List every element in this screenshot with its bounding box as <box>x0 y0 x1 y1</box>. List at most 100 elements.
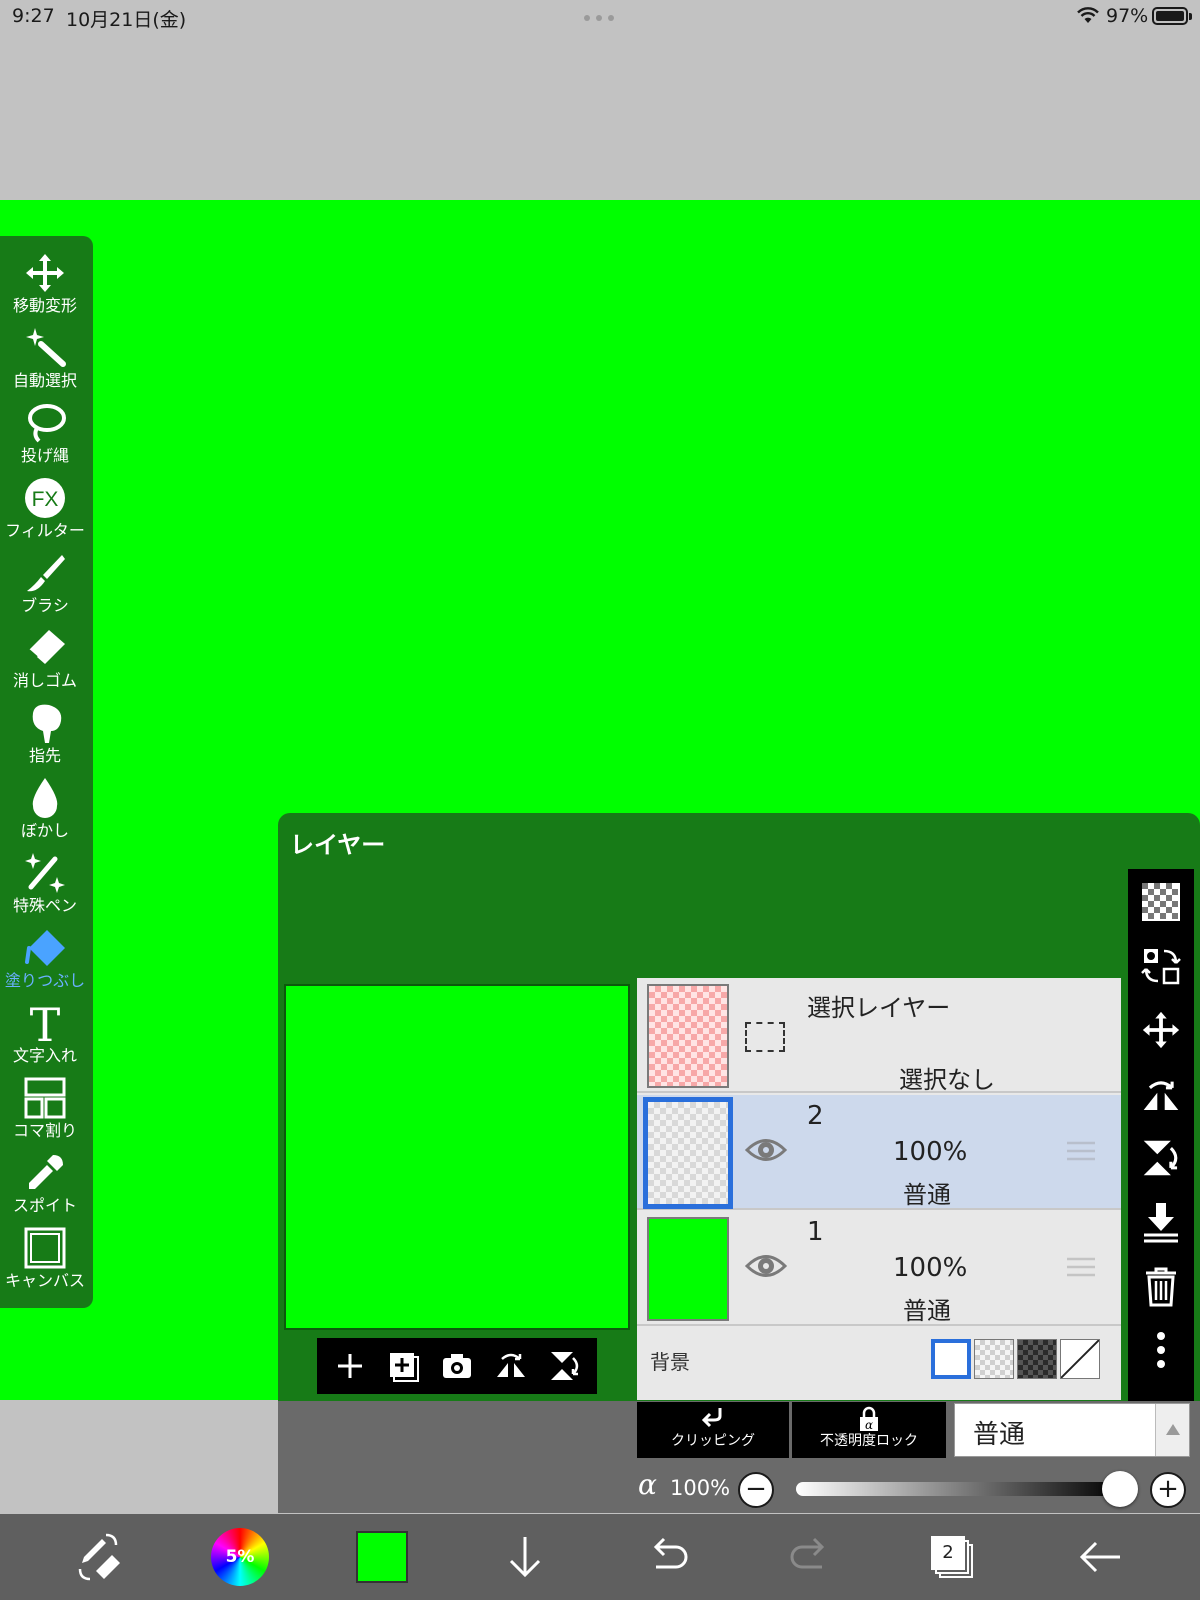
background-white-swatch[interactable] <box>931 1339 971 1379</box>
opacity-slider[interactable] <box>796 1482 1120 1496</box>
layer-blend-mode: 普通 <box>903 1297 951 1325</box>
color-wheel-text: 5% <box>225 1547 255 1567</box>
color-wheel-icon: 5% <box>211 1528 269 1586</box>
clipping-button[interactable]: クリッピング <box>637 1402 789 1458</box>
layer-preview[interactable] <box>284 984 630 1330</box>
tool-canvas[interactable]: キャンバス <box>0 1225 90 1299</box>
tool-eyedropper[interactable]: スポイト <box>0 1150 90 1224</box>
lasso-icon <box>28 404 66 443</box>
move-arrows-icon <box>26 254 64 292</box>
opacity-decrease-button[interactable]: − <box>738 1472 774 1508</box>
text-icon: T <box>30 1001 61 1045</box>
background-light-checker-swatch[interactable] <box>974 1339 1014 1379</box>
tool-frame-divide[interactable]: コマ割り <box>0 1075 90 1149</box>
opacity-control: α 100% − + <box>638 1468 1198 1510</box>
background-dark-checker-swatch[interactable] <box>1017 1339 1057 1379</box>
arrow-left-icon <box>1079 1541 1120 1573</box>
add-square-icon <box>390 1353 420 1382</box>
add-layer-button[interactable] <box>330 1346 370 1386</box>
magic-wand-icon <box>26 328 66 367</box>
drag-handle-icon[interactable] <box>1065 1255 1097 1279</box>
eye-icon[interactable] <box>745 1249 787 1283</box>
layer-number: 2 <box>807 1101 824 1131</box>
quick-switch-button[interactable] <box>58 1514 138 1600</box>
checker-icon <box>1142 883 1180 921</box>
layer-number: 1 <box>807 1217 824 1247</box>
tool-blur[interactable]: ぼかし <box>0 775 90 849</box>
finger-icon <box>32 704 62 743</box>
blend-mode-select[interactable]: 普通 <box>954 1403 1190 1457</box>
sparkle-pen-icon <box>25 853 65 893</box>
layer-thumbnail <box>643 1097 733 1209</box>
background-label: 背景 <box>650 1350 690 1374</box>
layer-flip-horizontal-button[interactable] <box>1138 1071 1184 1117</box>
tool-filter[interactable]: FX フィルター <box>0 475 90 549</box>
status-date: 10月21日(金) <box>66 9 187 31</box>
tool-brush[interactable]: ブラシ <box>0 550 90 624</box>
delete-layer-button[interactable] <box>1138 1263 1184 1309</box>
background-none-swatch[interactable] <box>1060 1339 1100 1379</box>
swap-icon <box>1141 949 1181 985</box>
multitask-dots-icon[interactable] <box>584 15 614 21</box>
layer-opacity: 100% <box>893 1137 968 1167</box>
current-color-button[interactable] <box>342 1514 422 1600</box>
battery-icon <box>1152 7 1192 25</box>
merge-down-icon <box>1144 1203 1178 1243</box>
blur-drop-icon <box>32 778 58 818</box>
bottom-bar: 5% 2 <box>0 1514 1200 1600</box>
more-vertical-icon <box>1157 1332 1165 1368</box>
svg-text:T: T <box>30 1001 61 1045</box>
selection-layer-thumbnail <box>647 984 729 1088</box>
layers-button[interactable]: 2 <box>912 1514 992 1600</box>
current-color-swatch <box>356 1531 408 1583</box>
opacity-lock-button[interactable]: α 不透明度ロック <box>792 1402 946 1458</box>
add-layer-copy-button[interactable] <box>383 1346 423 1386</box>
undo-button[interactable] <box>628 1514 708 1600</box>
selection-layer-state: 選択なし <box>899 1066 995 1094</box>
layer-flip-vertical-button[interactable] <box>1138 1135 1184 1181</box>
layer-panel-body: レイヤー 選択レイヤー 選択なし 2 100% 普通 1 100% 普通 背景 <box>278 813 1200 1401</box>
back-button[interactable] <box>1060 1514 1140 1600</box>
color-wheel-button[interactable]: 5% <box>200 1514 280 1600</box>
transparency-checker-button[interactable] <box>1138 879 1184 925</box>
selection-rect-icon <box>745 1022 785 1052</box>
layer-list: 選択レイヤー 選択なし 2 100% 普通 1 100% 普通 背景 <box>637 978 1121 1400</box>
flip-vertical-button[interactable] <box>544 1346 584 1386</box>
drag-handle-icon[interactable] <box>1065 1139 1097 1163</box>
trash-icon <box>1146 1267 1176 1307</box>
svg-text:α: α <box>865 1418 873 1432</box>
selection-layer-name: 選択レイヤー <box>807 994 951 1022</box>
lock-alpha-icon: α <box>860 1406 878 1432</box>
chevron-up-icon[interactable] <box>1155 1404 1189 1456</box>
layer-row-1[interactable]: 1 100% 普通 <box>637 1211 1121 1326</box>
down-arrow-button[interactable] <box>485 1514 565 1600</box>
opacity-slider-knob[interactable] <box>1102 1471 1138 1507</box>
tool-lasso[interactable]: 投げ縄 <box>0 400 90 474</box>
svg-text:FX: FX <box>32 488 59 511</box>
arrow-down-icon <box>509 1537 541 1578</box>
tool-eraser[interactable]: 消しゴム <box>0 625 90 699</box>
tool-text[interactable]: T 文字入れ <box>0 1000 90 1074</box>
layer-row-2[interactable]: 2 100% 普通 <box>637 1095 1121 1210</box>
redo-button[interactable] <box>770 1514 850 1600</box>
layer-swap-button[interactable] <box>1138 943 1184 989</box>
tool-special-pen[interactable]: 特殊ペン <box>0 850 90 924</box>
eye-icon[interactable] <box>745 1133 787 1167</box>
pen-eraser-swap-icon <box>78 1533 120 1581</box>
selection-layer-row[interactable]: 選択レイヤー 選択なし <box>637 978 1121 1094</box>
layer-thumbnail <box>647 1217 729 1321</box>
layer-blend-mode: 普通 <box>903 1181 951 1209</box>
import-photo-button[interactable] <box>437 1346 477 1386</box>
flip-horizontal-button[interactable] <box>491 1346 531 1386</box>
opacity-increase-button[interactable]: + <box>1150 1472 1186 1508</box>
redo-icon <box>790 1537 825 1569</box>
tool-magic-select[interactable]: 自動選択 <box>0 325 90 399</box>
bucket-icon <box>25 930 65 966</box>
more-options-button[interactable] <box>1138 1327 1184 1373</box>
tool-fill[interactable]: 塗りつぶし <box>0 925 90 999</box>
blend-mode-value: 普通 <box>973 1420 1026 1450</box>
merge-down-button[interactable] <box>1138 1199 1184 1245</box>
layer-move-button[interactable] <box>1138 1007 1184 1053</box>
tool-move-transform[interactable]: 移動変形 <box>0 250 90 324</box>
tool-finger[interactable]: 指先 <box>0 700 90 774</box>
